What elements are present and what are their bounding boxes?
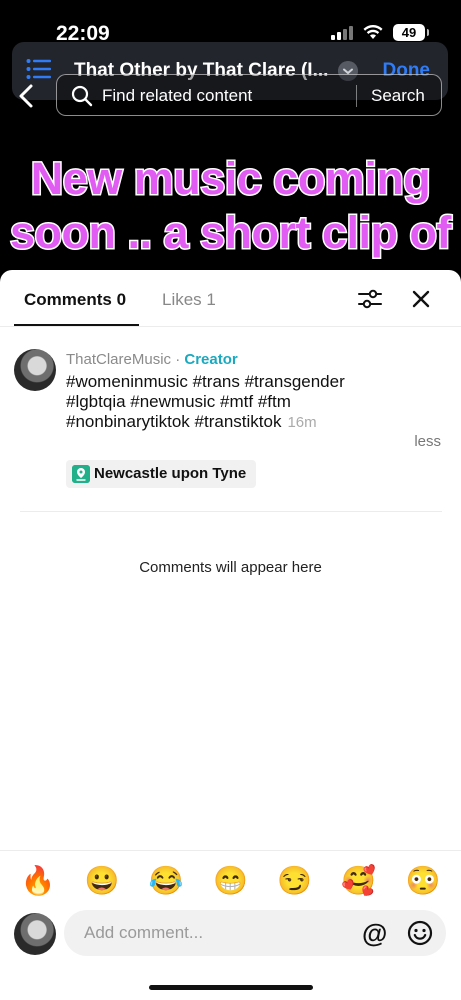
avatar[interactable] <box>14 913 56 955</box>
author-line: ThatClareMusic · Creator <box>66 351 238 368</box>
status-icons: 49 <box>331 24 429 41</box>
post-caption: #womeninmusic #trans #transgender #lgbtq… <box>66 372 396 433</box>
comments-sheet: Comments 0 Likes 1 ThatClareMusic · Crea… <box>0 270 461 1000</box>
emoji-picker-icon[interactable] <box>407 920 433 946</box>
author-name[interactable]: ThatClareMusic <box>66 351 171 368</box>
search-divider <box>356 85 357 107</box>
home-indicator[interactable] <box>149 985 313 990</box>
location-label: Newcastle upon Tyne <box>94 465 247 482</box>
battery-icon: 49 <box>393 24 429 41</box>
filter-icon[interactable] <box>357 286 383 312</box>
location-chip[interactable]: Newcastle upon Tyne <box>66 460 257 488</box>
emoji-grinning[interactable]: 😀 <box>82 861 122 901</box>
emoji-hearts[interactable]: 🥰 <box>339 861 379 901</box>
active-tab-indicator <box>14 324 139 326</box>
search-button[interactable]: Search <box>371 86 425 106</box>
comments-tabs: Comments 0 Likes 1 <box>0 270 461 327</box>
search-placeholder[interactable]: Find related content <box>102 86 252 106</box>
less-button[interactable]: less <box>414 433 441 450</box>
tab-likes[interactable]: Likes 1 <box>162 290 216 310</box>
emoji-fire[interactable]: 🔥 <box>18 861 58 901</box>
back-arrow-icon[interactable] <box>14 82 40 110</box>
comment-composer: @ <box>0 910 461 970</box>
list-icon[interactable] <box>26 57 52 81</box>
emoji-smirk[interactable]: 😏 <box>275 861 315 901</box>
video-area[interactable]: 22:09 49 That Other by That Clare (I... <box>0 0 461 290</box>
overlay-line-1: New music coming <box>29 152 432 206</box>
comment-input[interactable] <box>64 910 446 956</box>
creator-badge: Creator <box>184 351 238 368</box>
quick-emoji-row: 🔥 😀 😂 😁 😏 🥰 😳 <box>0 850 461 910</box>
wifi-icon <box>363 25 383 39</box>
emoji-beaming[interactable]: 😁 <box>210 861 250 901</box>
emoji-flushed[interactable]: 😳 <box>403 861 443 901</box>
status-bar: 22:09 49 <box>0 0 461 48</box>
mention-icon[interactable]: @ <box>362 919 387 947</box>
tab-comments[interactable]: Comments 0 <box>24 290 126 310</box>
video-caption-overlay: New music coming soon .. a short clip of <box>0 152 461 260</box>
signal-icon <box>331 25 353 40</box>
creator-post: ThatClareMusic · Creator #womeninmusic #… <box>0 327 461 513</box>
avatar[interactable] <box>14 349 56 391</box>
search-icon <box>71 85 93 107</box>
emoji-joy[interactable]: 😂 <box>146 861 186 901</box>
divider <box>20 511 442 512</box>
location-pin-icon <box>72 465 90 483</box>
author-separator: · <box>171 351 185 368</box>
empty-comments-message: Comments will appear here <box>139 559 322 576</box>
close-icon[interactable] <box>409 287 433 311</box>
search-bar[interactable]: Find related content Search <box>56 74 442 116</box>
overlay-line-2: soon .. a short clip of <box>8 206 453 260</box>
post-time: 16m <box>287 414 317 431</box>
